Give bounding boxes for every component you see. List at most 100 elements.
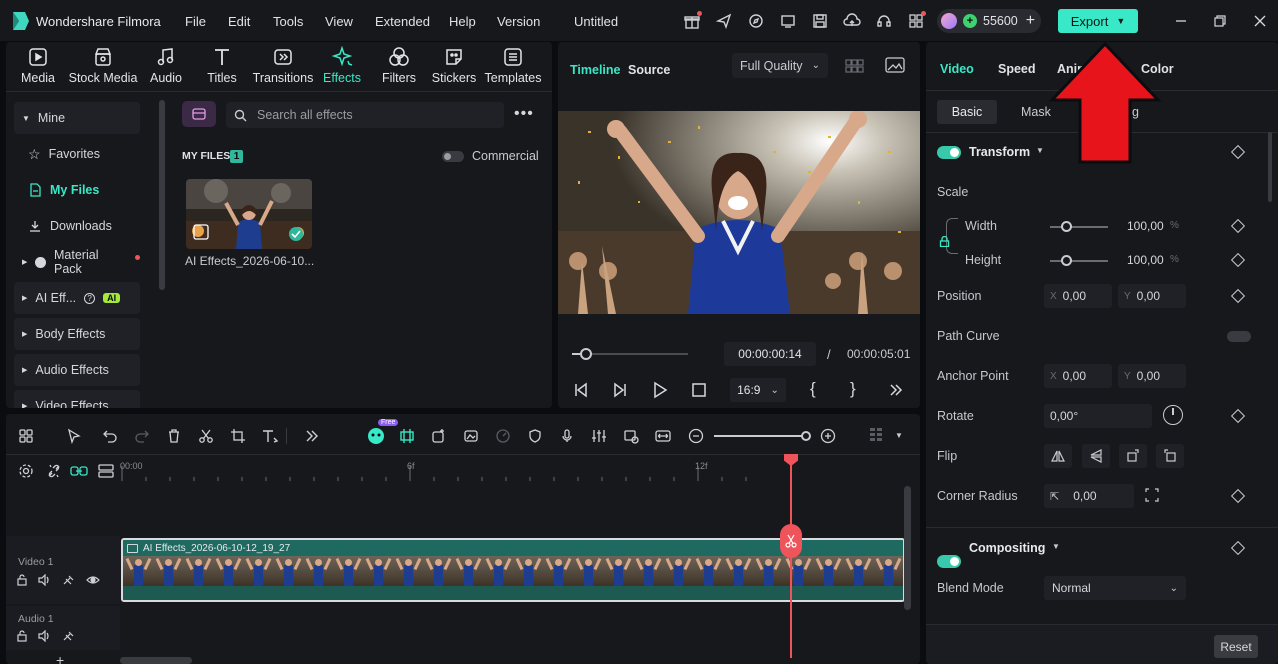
sidebar-item-favorites[interactable]: ☆ Favorites: [14, 138, 140, 170]
sidebar-item-video-effects[interactable]: ▶ Video Effects: [14, 390, 140, 408]
keyframe-diamond-icon[interactable]: [1230, 288, 1246, 304]
text-edit-icon[interactable]: [260, 426, 280, 446]
position-x-field[interactable]: X 0,00: [1044, 284, 1112, 308]
ai-mate-icon[interactable]: [366, 426, 386, 446]
keyframe-diamond-icon[interactable]: [1230, 218, 1246, 234]
tab-speed[interactable]: Speed: [998, 62, 1036, 76]
mark-out-icon[interactable]: }: [850, 379, 856, 399]
caret-down-icon[interactable]: ▼: [1052, 542, 1060, 551]
fit-to-width-icon[interactable]: [653, 426, 673, 446]
search-input[interactable]: Search all effects: [226, 102, 504, 128]
sidebar-item-my-files[interactable]: My Files: [14, 174, 140, 206]
select-cursor-icon[interactable]: [64, 426, 84, 446]
menu-file[interactable]: File: [185, 14, 206, 29]
add-track-icon[interactable]: +: [56, 652, 64, 664]
keyframe-diamond-icon[interactable]: [1230, 540, 1246, 556]
tab-titles[interactable]: Titles: [202, 46, 242, 92]
expand-tools-icon[interactable]: [302, 426, 322, 446]
zoom-in-icon[interactable]: [818, 426, 838, 446]
display-icon[interactable]: [778, 11, 798, 31]
export-button[interactable]: Export ▼: [1058, 9, 1138, 33]
commercial-toggle[interactable]: [442, 151, 464, 162]
menu-version[interactable]: Version: [497, 14, 540, 29]
add-credits-button[interactable]: +: [1026, 12, 1035, 30]
lock-icon[interactable]: [939, 235, 950, 250]
height-slider-handle[interactable]: [1061, 255, 1072, 266]
snapshot-icon[interactable]: [885, 57, 905, 77]
keyframe-diamond-icon[interactable]: [1230, 252, 1246, 268]
volume-icon[interactable]: [38, 629, 51, 645]
keyframe-diamond-icon[interactable]: [1230, 408, 1246, 424]
lock-track-icon[interactable]: [16, 574, 28, 589]
tab-timeline[interactable]: Timeline: [570, 63, 620, 77]
crop-icon[interactable]: [228, 426, 248, 446]
effect-file-thumbnail[interactable]: [186, 179, 312, 249]
menu-edit[interactable]: Edit: [228, 14, 250, 29]
sidebar-item-material-pack[interactable]: ▶ Material Pack: [14, 246, 140, 278]
playback-progress-handle[interactable]: [579, 348, 592, 360]
shield-icon[interactable]: [525, 426, 545, 446]
layout-grid-icon[interactable]: [16, 426, 36, 446]
more-controls-icon[interactable]: [888, 382, 904, 401]
aspect-ratio-select[interactable]: 16:9 ⌄: [730, 378, 786, 402]
playhead[interactable]: [790, 458, 792, 658]
rotate-dial[interactable]: [1163, 405, 1183, 425]
microphone-icon[interactable]: [557, 426, 577, 446]
rotate-field[interactable]: 0,00°: [1044, 404, 1152, 428]
link-clips-icon[interactable]: [70, 463, 88, 482]
track-layout-icon[interactable]: [866, 426, 886, 446]
zoom-slider-handle[interactable]: [801, 431, 811, 441]
tab-templates[interactable]: Templates: [484, 46, 542, 92]
width-value[interactable]: 100,00: [1127, 219, 1164, 233]
menu-help[interactable]: Help: [449, 14, 476, 29]
next-frame-icon[interactable]: [611, 381, 629, 402]
more-options-icon[interactable]: •••: [514, 105, 534, 123]
sidebar-item-body-effects[interactable]: ▶ Body Effects: [14, 318, 140, 350]
menu-view[interactable]: View: [325, 14, 353, 29]
tab-filters[interactable]: Filters: [379, 46, 419, 92]
path-curve-toggle[interactable]: [1227, 331, 1251, 342]
keyframe-diamond-icon[interactable]: [1230, 144, 1246, 160]
sidebar-item-mine[interactable]: ▼ Mine: [14, 102, 140, 134]
tab-media[interactable]: Media: [17, 46, 59, 92]
stop-icon[interactable]: [690, 381, 708, 402]
split-scissors-button[interactable]: [780, 524, 802, 558]
zoom-slider[interactable]: [714, 435, 806, 437]
minimize-icon[interactable]: [1171, 11, 1191, 31]
tab-stickers[interactable]: Stickers: [432, 46, 476, 92]
sidebar-item-ai-effects[interactable]: ▶ AI Eff... ? AI: [14, 282, 140, 314]
sidebar-item-downloads[interactable]: Downloads: [14, 210, 140, 242]
track-manager-icon[interactable]: [98, 463, 114, 482]
delete-icon[interactable]: [164, 426, 184, 446]
auto-ripple-icon[interactable]: [397, 426, 417, 446]
zoom-out-icon[interactable]: [686, 426, 706, 446]
grid-view-icon[interactable]: [845, 58, 865, 77]
hide-effects-icon[interactable]: [62, 574, 75, 589]
tab-transitions[interactable]: Transitions: [251, 46, 315, 92]
flip-vertical-icon[interactable]: [1082, 444, 1110, 468]
gift-icon[interactable]: [682, 11, 702, 31]
compass-icon[interactable]: [746, 11, 766, 31]
timeline-ruler[interactable]: [120, 458, 920, 482]
subtab-mask[interactable]: Mask: [1021, 105, 1051, 119]
corner-radius-field[interactable]: ⇱ 0,00: [1044, 484, 1134, 508]
previous-frame-icon[interactable]: [572, 381, 590, 402]
rotate-right-icon[interactable]: [1119, 444, 1147, 468]
tab-video[interactable]: Video: [940, 62, 974, 76]
scissors-icon[interactable]: [196, 426, 216, 446]
headset-icon[interactable]: [874, 11, 894, 31]
current-time[interactable]: 00:00:00:14: [724, 342, 816, 366]
timeline-settings-icon[interactable]: [18, 463, 34, 482]
height-slider[interactable]: [1050, 260, 1108, 262]
apps-grid-icon[interactable]: [906, 11, 926, 31]
reset-button[interactable]: Reset: [1214, 635, 1258, 658]
image-edit-icon[interactable]: [461, 426, 481, 446]
menu-tools[interactable]: Tools: [273, 14, 303, 29]
play-icon[interactable]: [651, 381, 669, 402]
tab-source[interactable]: Source: [628, 63, 670, 77]
eye-icon[interactable]: [86, 574, 100, 589]
blend-mode-select[interactable]: Normal ⌄: [1044, 576, 1186, 600]
corner-expand-icon[interactable]: [1145, 488, 1159, 505]
height-value[interactable]: 100,00: [1127, 253, 1164, 267]
redo-icon[interactable]: [132, 426, 152, 446]
